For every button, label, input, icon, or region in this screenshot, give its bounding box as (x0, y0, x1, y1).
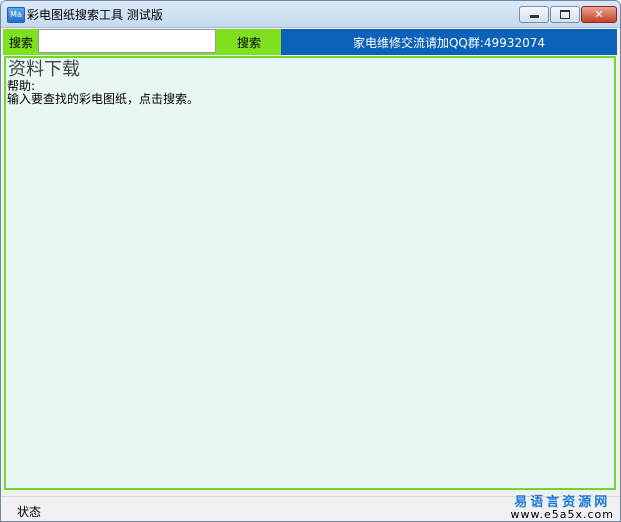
title-bar[interactable]: Ma 彩电图纸搜索工具 测试版 ✕ (1, 1, 620, 28)
watermark-url: www.e5a5x.com (510, 508, 614, 521)
close-icon: ✕ (594, 8, 604, 21)
app-icon: Ma (7, 7, 25, 23)
close-button[interactable]: ✕ (581, 6, 617, 23)
toolbar: 搜索 搜索 家电维修交流请加QQ群:49932074 (3, 29, 617, 55)
watermark: 易语言资源网 www.e5a5x.com (510, 496, 614, 521)
page-title: 资料下载 (8, 59, 80, 80)
maximize-icon (560, 10, 570, 19)
status-bar: 状态 易语言资源网 www.e5a5x.com (1, 496, 620, 521)
qq-group-banner: 家电维修交流请加QQ群:49932074 (281, 29, 617, 55)
search-button[interactable]: 搜索 (219, 29, 279, 55)
minimize-icon (529, 15, 539, 18)
help-text: 输入要查找的彩电图纸，点击搜索。 (7, 92, 200, 106)
app-window: Ma 彩电图纸搜索工具 测试版 ✕ 搜索 搜索 家电维修交流请加QQ群:4993… (0, 0, 621, 522)
minimize-button[interactable] (519, 6, 549, 23)
maximize-button[interactable] (550, 6, 580, 23)
search-input[interactable] (38, 29, 216, 53)
window-title: 彩电图纸搜索工具 测试版 (27, 8, 163, 22)
content-panel: 资料下载 帮助: 输入要查找的彩电图纸，点击搜索。 (4, 56, 616, 490)
status-text: 状态 (17, 505, 42, 519)
search-label: 搜索 (9, 36, 34, 50)
